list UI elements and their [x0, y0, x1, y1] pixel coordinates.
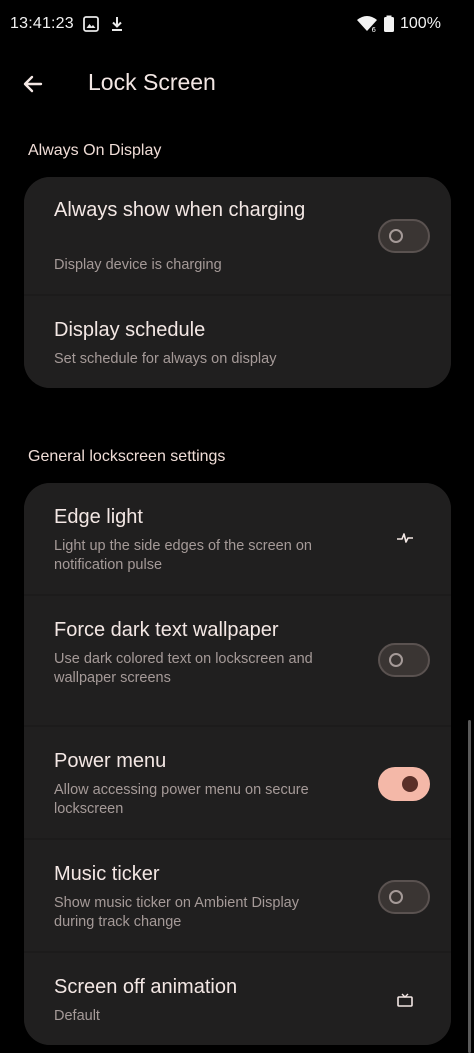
pref-summary: Default — [54, 1008, 100, 1024]
toggle-knob — [402, 776, 418, 792]
scrollbar[interactable] — [468, 720, 471, 1053]
pref-summary: Use dark colored text on lockscreen and … — [54, 651, 313, 686]
pref-summary: Show music ticker on Ambient Display dur… — [54, 895, 299, 930]
pref-title: Force dark text wallpaper — [54, 619, 279, 641]
app-bar: Lock Screen — [0, 55, 474, 115]
pref-edge-light[interactable]: Edge light Light up the side edges of th… — [24, 483, 451, 594]
pulse-icon — [397, 533, 413, 543]
pref-music-ticker[interactable]: Music ticker Show music ticker on Ambien… — [24, 840, 451, 951]
pref-screen-off-animation[interactable]: Screen off animation Default — [24, 953, 451, 1045]
svg-text:6: 6 — [372, 26, 377, 33]
power-menu-toggle[interactable] — [378, 767, 430, 801]
section-header-general-lockscreen: General lockscreen settings — [28, 448, 226, 465]
pref-power-menu[interactable]: Power menu Allow accessing power menu on… — [24, 727, 451, 838]
pref-summary: Set schedule for always on display — [54, 351, 277, 367]
image-notification-icon — [82, 15, 100, 33]
general-lockscreen-card: Edge light Light up the side edges of th… — [24, 483, 451, 1045]
pref-title: Music ticker — [54, 863, 160, 885]
battery-icon — [383, 15, 395, 33]
edge-light-settings-button[interactable] — [382, 515, 428, 561]
back-button[interactable] — [14, 65, 52, 103]
pref-display-schedule[interactable]: Display schedule Set schedule for always… — [24, 296, 451, 388]
wifi-icon: 6 — [356, 15, 378, 34]
status-time: 13:41:23 — [10, 15, 74, 32]
pref-always-show-when-charging[interactable]: Always show when charging Display device… — [24, 177, 451, 294]
pref-summary: Light up the side edges of the screen on… — [54, 538, 312, 573]
always-on-display-card: Always show when charging Display device… — [24, 177, 451, 388]
section-header-always-on-display: Always On Display — [28, 142, 162, 159]
music-ticker-toggle[interactable] — [378, 880, 430, 914]
pref-title: Edge light — [54, 506, 143, 528]
pref-title: Always show when charging — [54, 199, 306, 221]
status-bar: 13:41:23 6 100% — [0, 0, 474, 50]
pref-force-dark-text-wallpaper[interactable]: Force dark text wallpaper Use dark color… — [24, 596, 451, 725]
battery-percentage: 100% — [400, 15, 441, 32]
pref-summary: Allow accessing power menu on secure loc… — [54, 782, 309, 817]
toggle-knob — [389, 229, 403, 243]
back-arrow-icon — [23, 75, 43, 93]
pref-title: Power menu — [54, 750, 167, 772]
always-show-when-charging-toggle[interactable] — [378, 219, 430, 253]
download-notification-icon — [108, 15, 126, 33]
toggle-knob — [389, 653, 403, 667]
tv-icon — [397, 993, 413, 1007]
pref-title: Display schedule — [54, 319, 206, 341]
screen-off-animation-button[interactable] — [382, 977, 428, 1023]
page-title: Lock Screen — [88, 69, 216, 95]
pref-summary: Display device is charging — [54, 257, 222, 273]
force-dark-text-wallpaper-toggle[interactable] — [378, 643, 430, 677]
pref-title: Screen off animation — [54, 976, 238, 998]
toggle-knob — [389, 890, 403, 904]
